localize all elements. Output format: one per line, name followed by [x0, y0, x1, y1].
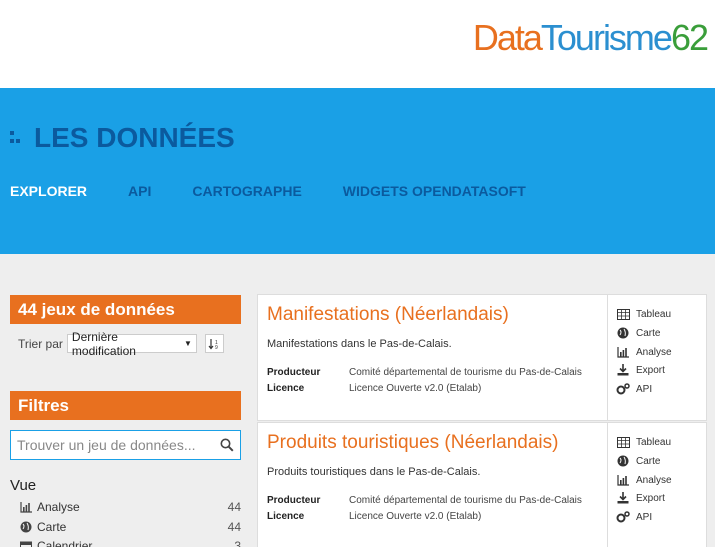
bar-chart-icon [616, 474, 630, 486]
bar-chart-icon [20, 501, 34, 513]
table-icon [616, 308, 630, 320]
facet-calendrier[interactable]: Calendrier 3 [20, 536, 241, 547]
top-header: DataTourisme62 [0, 0, 715, 88]
sort-select[interactable]: Dernière modification ▼ [66, 330, 197, 358]
logo-part-data: Data [472, 17, 543, 58]
dataset-producer: Producteur Comité départemental de touri… [267, 367, 582, 378]
dataset-description: Manifestations dans le Pas-de-Calais. [267, 338, 452, 350]
svg-text:9: 9 [215, 345, 218, 350]
facet-label: Analyse [37, 500, 80, 514]
facet-count: 3 [234, 539, 241, 547]
facet-carte[interactable]: Carte 44 [20, 517, 241, 537]
caret-down-icon: ▼ [183, 339, 192, 348]
search-icon[interactable] [214, 438, 240, 452]
nav-api[interactable]: API [128, 183, 151, 199]
action-analyse[interactable]: Analyse [616, 474, 672, 486]
nav-widgets[interactable]: WIDGETS OPENDATASOFT [343, 183, 526, 199]
producer-value: Comité départemental de tourisme du Pas-… [349, 495, 582, 506]
action-label: Export [636, 492, 665, 504]
table-icon [616, 436, 630, 448]
nav-cartographe[interactable]: CARTOGRAPHE [192, 183, 301, 199]
action-analyse[interactable]: Analyse [616, 346, 672, 358]
search-input[interactable]: Trouver un jeu de données... [17, 437, 214, 453]
facet-count: 44 [227, 520, 241, 534]
dataset-license: Licence Licence Ouverte v2.0 (Etalab) [267, 511, 481, 522]
action-tableau[interactable]: Tableau [616, 436, 671, 448]
download-icon [616, 492, 630, 504]
license-label: Licence [267, 383, 305, 394]
action-tableau[interactable]: Tableau [616, 308, 671, 320]
logo-part-62: 62 [670, 17, 709, 58]
globe-icon [616, 455, 630, 467]
action-label: Analyse [636, 346, 672, 358]
action-label: API [636, 511, 653, 523]
gears-icon [616, 511, 630, 523]
action-carte[interactable]: Carte [616, 327, 660, 339]
dataset-actions: Tableau Carte Analyse Export API [607, 423, 707, 547]
sort-select-value: Dernière modification [71, 329, 136, 358]
action-label: Export [636, 364, 665, 376]
bar-chart-icon [616, 346, 630, 358]
facet-label: Carte [37, 520, 67, 534]
dataset-count-heading: 44 jeux de données [10, 295, 241, 324]
action-carte[interactable]: Carte [616, 455, 660, 467]
main-nav: EXPLORER API CARTOGRAPHE WIDGETS OPENDAT… [10, 183, 567, 199]
download-icon [616, 364, 630, 376]
action-label: API [636, 383, 653, 395]
dataset-title[interactable]: Manifestations (Néerlandais) [267, 304, 509, 326]
globe-icon [20, 521, 34, 533]
action-label: Analyse [636, 474, 672, 486]
producer-label: Producteur [267, 495, 321, 506]
dataset-search[interactable]: Trouver un jeu de données... [10, 430, 241, 460]
license-value: Licence Ouverte v2.0 (Etalab) [349, 511, 482, 522]
license-value: Licence Ouverte v2.0 (Etalab) [349, 383, 482, 394]
action-api[interactable]: API [616, 383, 652, 395]
sort-row: Trier par Dernière modification ▼ 1 9 [18, 330, 224, 358]
vue-facet-title: Vue [10, 477, 37, 494]
action-label: Carte [636, 455, 661, 467]
producer-value: Comité départemental de tourisme du Pas-… [349, 367, 582, 378]
sort-order-icon: 1 9 [208, 338, 218, 350]
dataset-card: Manifestations (Néerlandais) Manifestati… [257, 294, 707, 421]
action-export[interactable]: Export [616, 492, 665, 504]
facet-label: Calendrier [37, 539, 93, 547]
page-title: LES DONNÉES [10, 122, 235, 154]
gears-icon [616, 383, 630, 395]
sort-order-button[interactable]: 1 9 [204, 334, 224, 353]
action-export[interactable]: Export [616, 364, 665, 376]
license-label: Licence [267, 511, 305, 522]
page-title-text: LES DONNÉES [34, 122, 235, 153]
dots-icon [10, 131, 24, 145]
dataset-actions: Tableau Carte Analyse Export API [607, 295, 707, 420]
producer-label: Producteur [267, 367, 321, 378]
dataset-license: Licence Licence Ouverte v2.0 (Etalab) [267, 383, 481, 394]
facet-count: 44 [227, 500, 241, 514]
nav-explorer[interactable]: EXPLORER [10, 183, 87, 199]
dataset-title[interactable]: Produits touristiques (Néerlandais) [267, 432, 558, 454]
dataset-description: Produits touristiques dans le Pas-de-Cal… [267, 466, 481, 478]
action-api[interactable]: API [616, 511, 652, 523]
dataset-producer: Producteur Comité départemental de touri… [267, 495, 582, 506]
action-label: Tableau [636, 436, 672, 448]
logo-part-tourisme: Tourisme [540, 17, 673, 58]
page-banner: LES DONNÉES EXPLORER API CARTOGRAPHE WID… [0, 88, 715, 254]
globe-icon [616, 327, 630, 339]
dataset-card: Produits touristiques (Néerlandais) Prod… [257, 422, 707, 547]
filters-heading: Filtres [10, 391, 241, 420]
action-label: Tableau [636, 308, 672, 320]
datatourisme-logo[interactable]: DataTourisme62 [472, 16, 709, 60]
action-label: Carte [636, 327, 661, 339]
facet-analyse[interactable]: Analyse 44 [20, 497, 241, 517]
sort-label: Trier par [18, 336, 63, 351]
calendar-icon [20, 540, 34, 547]
